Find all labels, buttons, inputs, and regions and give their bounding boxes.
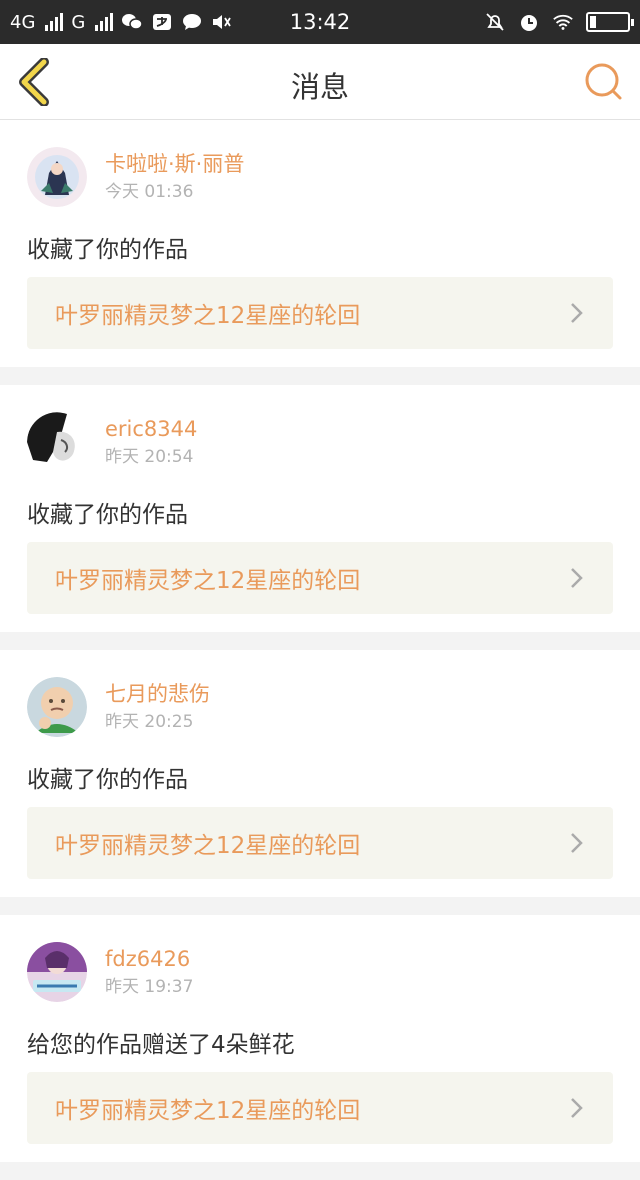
work-title: 叶罗丽精灵梦之12星座的轮回 (55, 303, 361, 329)
message-meta: 卡啦啦·斯·丽普 今天 01:36 (105, 150, 244, 204)
message-meta: 七月的悲伤 昨天 20:25 (105, 680, 210, 734)
message-meta: eric8344 昨天 20:54 (105, 415, 197, 469)
search-icon (585, 63, 622, 100)
signal-icon-2 (95, 13, 114, 31)
work-title: 叶罗丽精灵梦之12星座的轮回 (55, 833, 361, 859)
message-header: fdz6426 昨天 19:37 (27, 941, 613, 1003)
username[interactable]: fdz6426 (105, 945, 193, 973)
work-link[interactable]: 叶罗丽精灵梦之12星座的轮回 (27, 1072, 613, 1144)
chevron-right-icon (571, 1098, 583, 1118)
message-header: eric8344 昨天 20:54 (27, 411, 613, 473)
battery-icon (586, 12, 634, 32)
chevron-right-icon (571, 303, 583, 323)
chevron-right-icon (571, 568, 583, 588)
alarm-icon (518, 13, 540, 31)
page-title: 消息 (290, 70, 349, 104)
status-bar: 4G G 13:42 (0, 0, 640, 44)
work-link[interactable]: 叶罗丽精灵梦之12星座的轮回 (27, 542, 613, 614)
search-button[interactable] (582, 60, 626, 104)
action-text: 收藏了你的作品 (27, 237, 188, 263)
message-header: 卡啦啦·斯·丽普 今天 01:36 (27, 146, 613, 208)
timestamp: 昨天 20:25 (105, 712, 194, 732)
mute-bell-icon (484, 13, 506, 31)
timestamp: 昨天 19:37 (105, 977, 194, 997)
chat-bubble-icon (181, 13, 203, 31)
message-meta: fdz6426 昨天 19:37 (105, 945, 193, 999)
wifi-icon (552, 13, 574, 31)
message-header: 七月的悲伤 昨天 20:25 (27, 676, 613, 738)
avatar[interactable] (27, 147, 87, 207)
action-text: 收藏了你的作品 (27, 502, 188, 528)
work-link[interactable]: 叶罗丽精灵梦之12星座的轮回 (27, 807, 613, 879)
username[interactable]: 卡啦啦·斯·丽普 (105, 150, 244, 178)
status-bar-left: 4G G (10, 12, 233, 33)
username[interactable]: eric8344 (105, 415, 197, 443)
signal-icon (45, 13, 64, 31)
username[interactable]: 七月的悲伤 (105, 680, 210, 708)
network-label-4g: 4G (10, 11, 36, 33)
action-text: 给您的作品赠送了4朵鲜花 (27, 1032, 295, 1058)
timestamp: 昨天 20:54 (105, 447, 194, 467)
message-list: 卡啦啦·斯·丽普 今天 01:36 收藏了你的作品 叶罗丽精灵梦之12星座的轮回… (0, 120, 640, 1180)
work-link[interactable]: 叶罗丽精灵梦之12星座的轮回 (27, 277, 613, 349)
avatar[interactable] (27, 942, 87, 1002)
action-text: 收藏了你的作品 (27, 767, 188, 793)
message-card: 卡啦啦·斯·丽普 今天 01:36 收藏了你的作品 叶罗丽精灵梦之12星座的轮回 (0, 120, 640, 367)
work-title: 叶罗丽精灵梦之12星座的轮回 (55, 568, 361, 594)
timestamp: 今天 01:36 (105, 182, 194, 202)
status-bar-right (484, 12, 634, 32)
nav-bar: 消息 (0, 44, 640, 120)
chevron-right-icon (571, 833, 583, 853)
speaker-icon (211, 13, 233, 31)
avatar[interactable] (27, 677, 87, 737)
message-card: eric8344 昨天 20:54 收藏了你的作品 叶罗丽精灵梦之12星座的轮回 (0, 385, 640, 632)
alipay-icon (151, 13, 173, 31)
status-time: 13:42 (289, 10, 351, 34)
work-title: 叶罗丽精灵梦之12星座的轮回 (55, 1098, 361, 1124)
network-label-g: G (71, 11, 86, 33)
avatar[interactable] (27, 412, 87, 472)
message-card: fdz6426 昨天 19:37 给您的作品赠送了4朵鲜花 叶罗丽精灵梦之12星… (0, 915, 640, 1162)
wechat-icon (121, 13, 144, 31)
message-card: 七月的悲伤 昨天 20:25 收藏了你的作品 叶罗丽精灵梦之12星座的轮回 (0, 650, 640, 897)
